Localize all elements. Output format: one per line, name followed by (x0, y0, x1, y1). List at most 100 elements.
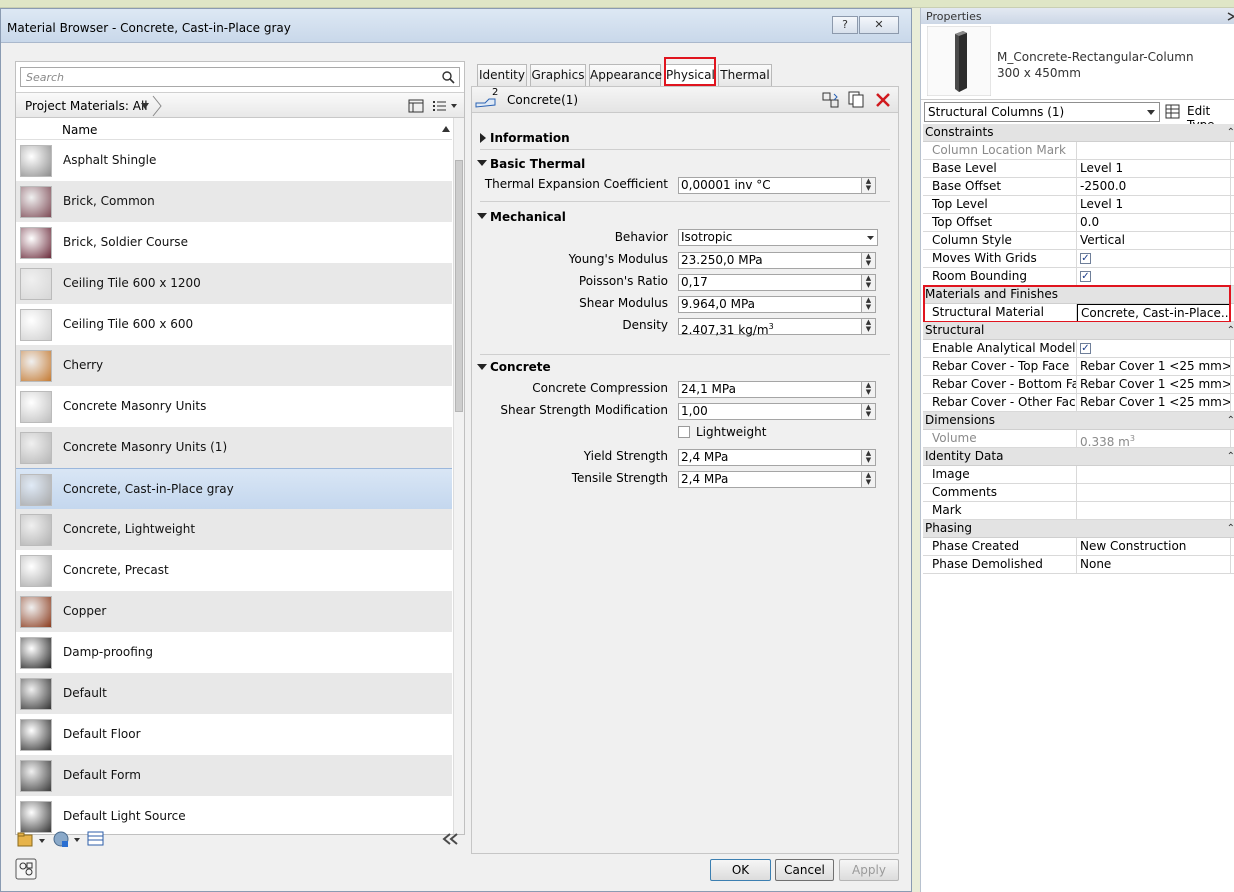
material-row[interactable]: Default (16, 673, 452, 714)
density-spinner[interactable]: ▲ ▼ (862, 318, 876, 335)
collapse-icon[interactable]: ⌃ (1227, 124, 1234, 141)
behavior-select[interactable]: Isotropic (678, 229, 878, 246)
poissons-ratio-spinner[interactable]: ▲ ▼ (862, 274, 876, 291)
material-row[interactable]: Damp-proofing (16, 632, 452, 673)
column-name-label[interactable]: Name (62, 123, 97, 137)
tensile-strength-field[interactable]: 2,4 MPa (678, 471, 862, 488)
section-information[interactable]: Information (490, 131, 570, 145)
view-layout-icon[interactable] (408, 99, 424, 113)
column-header[interactable]: Name (16, 118, 452, 140)
prop-value[interactable]: Rebar Cover 1 <25 mm> (1077, 394, 1231, 412)
group-structural[interactable]: Structural ⌃ (923, 322, 1234, 340)
prop-value[interactable] (1077, 142, 1231, 160)
filter-dropdown-icon[interactable] (140, 102, 150, 110)
youngs-modulus-spinner[interactable]: ▲ ▼ (862, 252, 876, 269)
room-bounding-checkbox[interactable]: ✓ (1080, 271, 1091, 282)
close-properties-icon[interactable] (1227, 12, 1234, 21)
create-material-icon[interactable] (53, 830, 81, 848)
material-row[interactable]: Concrete Masonry Units (16, 386, 452, 427)
close-button[interactable]: ✕ (859, 16, 899, 34)
collapse-icon[interactable]: ⌃ (1227, 448, 1234, 465)
prop-value[interactable] (1077, 484, 1231, 502)
youngs-modulus-field[interactable]: 23.250,0 MPa (678, 252, 862, 269)
expand-information-icon[interactable] (479, 133, 487, 143)
tab-graphics[interactable]: Graphics (530, 64, 586, 86)
group-dimensions[interactable]: Dimensions ⌃ (923, 412, 1234, 430)
ok-button[interactable]: OK (710, 859, 771, 881)
tensile-strength-spinner[interactable]: ▲ ▼ (862, 471, 876, 488)
instance-filter-select[interactable]: Structural Columns (1) (924, 102, 1160, 122)
yield-strength-field[interactable]: 2,4 MPa (678, 449, 862, 466)
material-row[interactable]: Copper (16, 591, 452, 632)
moves-with-grids-checkbox[interactable]: ✓ (1080, 253, 1091, 264)
prop-value[interactable]: None (1077, 556, 1231, 574)
group-identity-data[interactable]: Identity Data ⌃ (923, 448, 1234, 466)
prop-value[interactable] (1077, 466, 1231, 484)
concrete-compression-field[interactable]: 24,1 MPa (678, 381, 862, 398)
material-row[interactable]: Asphalt Shingle (16, 140, 452, 181)
collapse-icon[interactable]: ⌃ (1227, 412, 1234, 429)
section-basic-thermal[interactable]: Basic Thermal (490, 157, 585, 171)
material-row[interactable]: Ceiling Tile 600 x 1200 (16, 263, 452, 304)
material-row[interactable]: Brick, Soldier Course (16, 222, 452, 263)
replace-asset-icon[interactable] (822, 91, 840, 109)
sort-ascending-icon[interactable] (442, 126, 450, 132)
type-header[interactable]: M_Concrete-Rectangular-Column 300 x 450m… (921, 24, 1234, 100)
shear-strength-modification-field[interactable]: 1,00 (678, 403, 862, 420)
cancel-button[interactable]: Cancel (775, 859, 834, 881)
material-row[interactable]: Default Form (16, 755, 452, 796)
tab-identity[interactable]: Identity (477, 64, 527, 86)
shear-strength-modification-spinner[interactable]: ▲ ▼ (862, 403, 876, 420)
collapse-concrete-icon[interactable] (477, 363, 487, 371)
section-mechanical[interactable]: Mechanical (490, 210, 566, 224)
thermal-expansion-spinner[interactable]: ▲ ▼ (862, 177, 876, 194)
duplicate-asset-icon[interactable] (848, 91, 866, 109)
material-row[interactable]: Brick, Common (16, 181, 452, 222)
collapse-icon[interactable]: ⌃ (1227, 520, 1234, 537)
prop-value[interactable]: 0.0 (1077, 214, 1231, 232)
material-row[interactable]: Cherry (16, 345, 452, 386)
section-concrete[interactable]: Concrete (490, 360, 551, 374)
material-row[interactable]: Default Floor (16, 714, 452, 755)
prop-value[interactable]: Rebar Cover 1 <25 mm> (1077, 358, 1231, 376)
material-row[interactable]: Ceiling Tile 600 x 600 (16, 304, 452, 345)
thermal-expansion-field[interactable]: 0,00001 inv °C (678, 177, 862, 194)
edit-type-button[interactable]: Edit Type (1165, 102, 1234, 132)
search-input[interactable]: Search (20, 67, 460, 87)
help-button[interactable]: ? (832, 16, 858, 34)
collapse-mechanical-icon[interactable] (477, 212, 487, 220)
list-view-icon[interactable] (432, 99, 458, 113)
material-row[interactable]: Concrete, Lightweight (16, 509, 452, 550)
material-row[interactable]: Concrete, Cast-in-Place gray (16, 468, 452, 509)
tab-appearance[interactable]: Appearance (589, 64, 662, 86)
prop-value[interactable]: Level 1 (1077, 196, 1231, 214)
collapse-basic-thermal-icon[interactable] (477, 159, 487, 167)
apply-button[interactable]: Apply (839, 859, 899, 881)
poissons-ratio-field[interactable]: 0,17 (678, 274, 862, 291)
shear-modulus-field[interactable]: 9.964,0 MPa (678, 296, 862, 313)
prop-value[interactable]: Vertical (1077, 232, 1231, 250)
remove-asset-icon[interactable] (874, 91, 892, 109)
enable-analytical-checkbox[interactable]: ✓ (1080, 343, 1091, 354)
group-phasing[interactable]: Phasing ⌃ (923, 520, 1234, 538)
tab-thermal[interactable]: Thermal (718, 64, 772, 86)
collapse-icon[interactable]: ⌃ (1227, 322, 1234, 339)
yield-strength-spinner[interactable]: ▲ ▼ (862, 449, 876, 466)
shear-modulus-spinner[interactable]: ▲ ▼ (862, 296, 876, 313)
prop-value[interactable]: New Construction (1077, 538, 1231, 556)
search-icon[interactable] (441, 70, 455, 84)
density-field[interactable]: 2.407,31 kg/m3 (678, 318, 862, 337)
concrete-compression-spinner[interactable]: ▲ ▼ (862, 381, 876, 398)
material-row[interactable]: Concrete Masonry Units (1) (16, 427, 452, 468)
collapse-panel-icon[interactable] (442, 833, 460, 845)
lightweight-checkbox[interactable] (678, 426, 690, 438)
group-constraints[interactable]: Constraints ⌃ (923, 124, 1234, 142)
prop-value[interactable]: -2500.0 (1077, 178, 1231, 196)
material-editor-icon[interactable] (87, 831, 105, 847)
prop-value[interactable] (1077, 502, 1231, 520)
material-library-icon[interactable] (15, 858, 37, 880)
material-row[interactable]: Concrete, Precast (16, 550, 452, 591)
prop-value[interactable]: Rebar Cover 1 <25 mm> (1077, 376, 1231, 394)
library-icon[interactable] (17, 831, 45, 849)
prop-value[interactable]: Level 1 (1077, 160, 1231, 178)
